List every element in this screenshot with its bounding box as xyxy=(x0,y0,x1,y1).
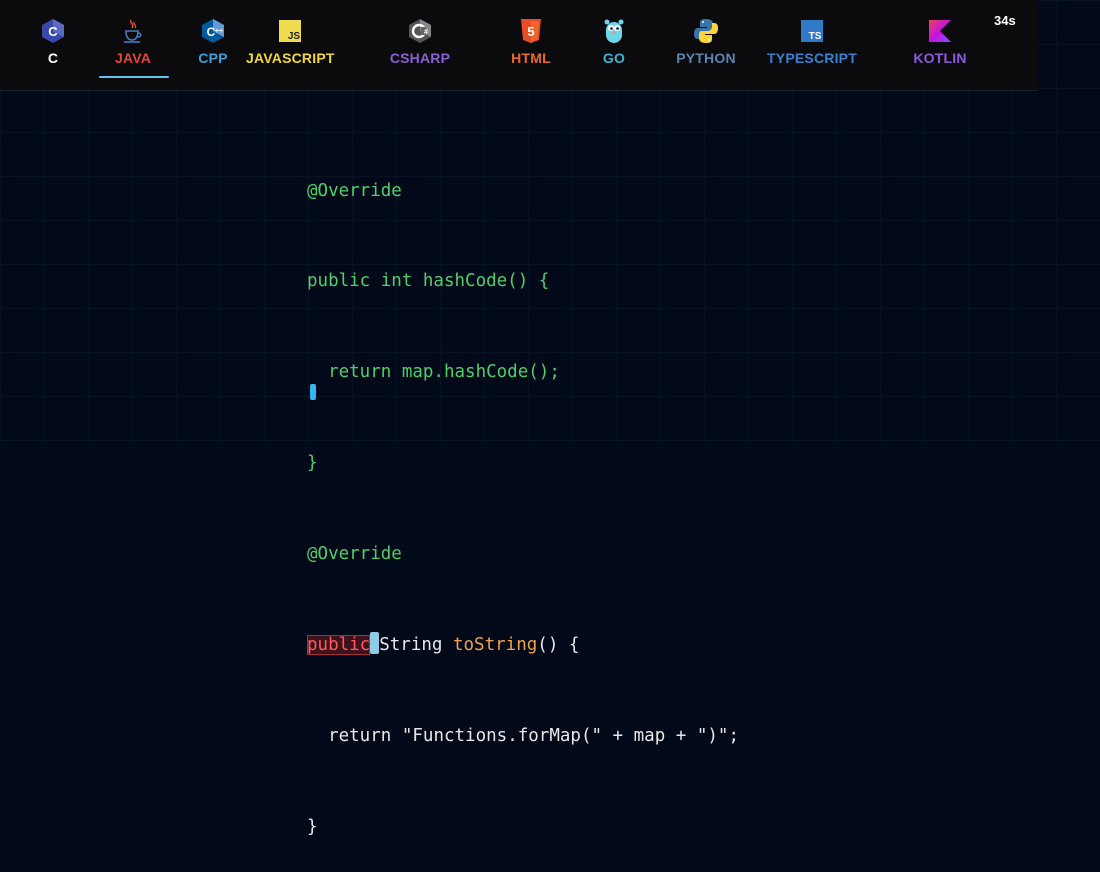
tab-label: TYPESCRIPT xyxy=(767,50,857,66)
svg-text:++: ++ xyxy=(215,28,223,35)
tab-html[interactable]: 5 HTML xyxy=(486,18,576,78)
code-line-current: public String toString() { xyxy=(307,630,739,660)
code-line: @Override xyxy=(307,544,402,565)
tab-kotlin[interactable]: KOTLIN xyxy=(895,18,985,78)
typing-cursor xyxy=(370,632,380,655)
tab-label: JAVA xyxy=(114,50,152,66)
tab-label: GO xyxy=(602,50,626,66)
typescript-ts-icon: TS xyxy=(801,20,823,42)
method-name: toString xyxy=(452,635,538,656)
go-gopher-icon xyxy=(604,19,624,43)
pending-text: String xyxy=(379,635,453,656)
tab-c[interactable]: C C xyxy=(8,18,98,78)
error-text: public xyxy=(307,635,371,656)
tab-label: C xyxy=(47,50,59,66)
tab-label: KOTLIN xyxy=(913,50,967,66)
javascript-js-icon: JS xyxy=(279,20,301,42)
svg-text:#: # xyxy=(424,29,428,36)
cpp-hexagon-icon: C ++ xyxy=(202,19,224,43)
tab-cpp[interactable]: C ++ CPP xyxy=(168,18,258,78)
code-line: @Override xyxy=(307,180,402,201)
tab-java[interactable]: JAVA xyxy=(88,18,178,78)
tab-go[interactable]: GO xyxy=(569,18,659,78)
string-literal: ")" xyxy=(696,725,729,746)
active-tab-indicator xyxy=(99,76,169,78)
language-tab-bar: C C JAVA C ++ CPP JS JAVASCRIPT # CSHARP… xyxy=(0,0,1038,91)
semicolon: ; xyxy=(728,725,740,746)
c-hexagon-icon: C xyxy=(42,19,64,43)
kotlin-k-icon xyxy=(929,20,951,42)
pending-text: () { xyxy=(537,635,580,656)
tab-label: HTML xyxy=(511,50,551,66)
text-caret xyxy=(310,384,316,400)
string-literal: "Functions.forMap(" xyxy=(401,725,603,746)
html5-shield-icon: 5 xyxy=(521,19,541,43)
code-line: return "Functions.forMap(" + map + ")"; xyxy=(307,721,739,751)
code-line: } xyxy=(307,816,318,837)
timer: 34s xyxy=(994,13,1016,28)
svg-text:TS: TS xyxy=(809,31,822,42)
tab-csharp[interactable]: # CSHARP xyxy=(375,18,465,78)
tab-label: CSHARP xyxy=(389,50,451,66)
variable: map xyxy=(633,725,666,746)
tab-label: PYTHON xyxy=(676,50,736,66)
csharp-hexagon-icon: # xyxy=(409,19,431,43)
tab-label: JAVASCRIPT xyxy=(246,50,335,66)
operator: + xyxy=(602,725,634,746)
svg-text:5: 5 xyxy=(527,24,534,39)
java-coffee-cup-icon xyxy=(124,19,142,43)
tab-python[interactable]: PYTHON xyxy=(661,18,751,78)
code-line: return map.hashCode(); xyxy=(307,362,560,383)
tab-label: CPP xyxy=(198,50,228,66)
svg-text:C: C xyxy=(48,24,58,39)
python-snakes-icon xyxy=(694,19,718,43)
tab-javascript[interactable]: JS JAVASCRIPT xyxy=(246,18,334,78)
code-line: public int hashCode() { xyxy=(307,271,550,292)
code-editor[interactable]: @Override public int hashCode() { return… xyxy=(307,115,739,872)
keyword: return xyxy=(328,725,392,746)
tab-typescript[interactable]: TS TYPESCRIPT xyxy=(766,18,858,78)
code-line: } xyxy=(307,453,318,474)
svg-text:JS: JS xyxy=(288,31,301,42)
operator: + xyxy=(665,725,697,746)
